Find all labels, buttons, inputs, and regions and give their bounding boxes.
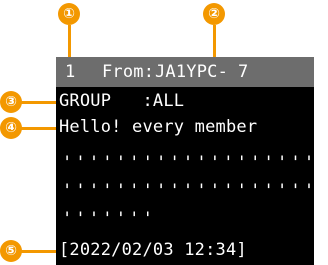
sender-ssid: 7 — [238, 62, 249, 82]
message-text: Hello! every member — [59, 117, 258, 137]
message-header-bar: 1 From: JA1YPC- 7 — [56, 57, 314, 87]
callout-2-leader — [213, 25, 216, 59]
callout-2: ② — [203, 3, 225, 25]
message-filler-row: '''''''''''''''''''' — [62, 181, 328, 201]
callout-1-leader — [68, 25, 71, 59]
callout-4: ④ — [0, 117, 22, 139]
from-label: From: — [102, 62, 155, 82]
sender-callsign: JA1YPC- — [155, 62, 229, 82]
message-index: 1 — [65, 62, 76, 82]
message-filler-row: '''''''''''''''''''' — [62, 153, 328, 173]
message-screen: 1 From: JA1YPC- 7 GROUP :ALL Hello! ever… — [56, 57, 328, 265]
callout-4-leader — [21, 127, 58, 130]
callout-5: ⑤ — [0, 240, 22, 262]
callout-3-leader — [21, 101, 58, 104]
callout-3: ③ — [0, 91, 22, 113]
callout-1: ① — [58, 3, 80, 25]
message-timestamp: [2022/02/03 12:34] — [59, 240, 247, 260]
group-line: GROUP :ALL — [59, 91, 185, 111]
message-filler-row: ''''''' — [62, 209, 157, 229]
callout-5-leader — [21, 250, 58, 253]
